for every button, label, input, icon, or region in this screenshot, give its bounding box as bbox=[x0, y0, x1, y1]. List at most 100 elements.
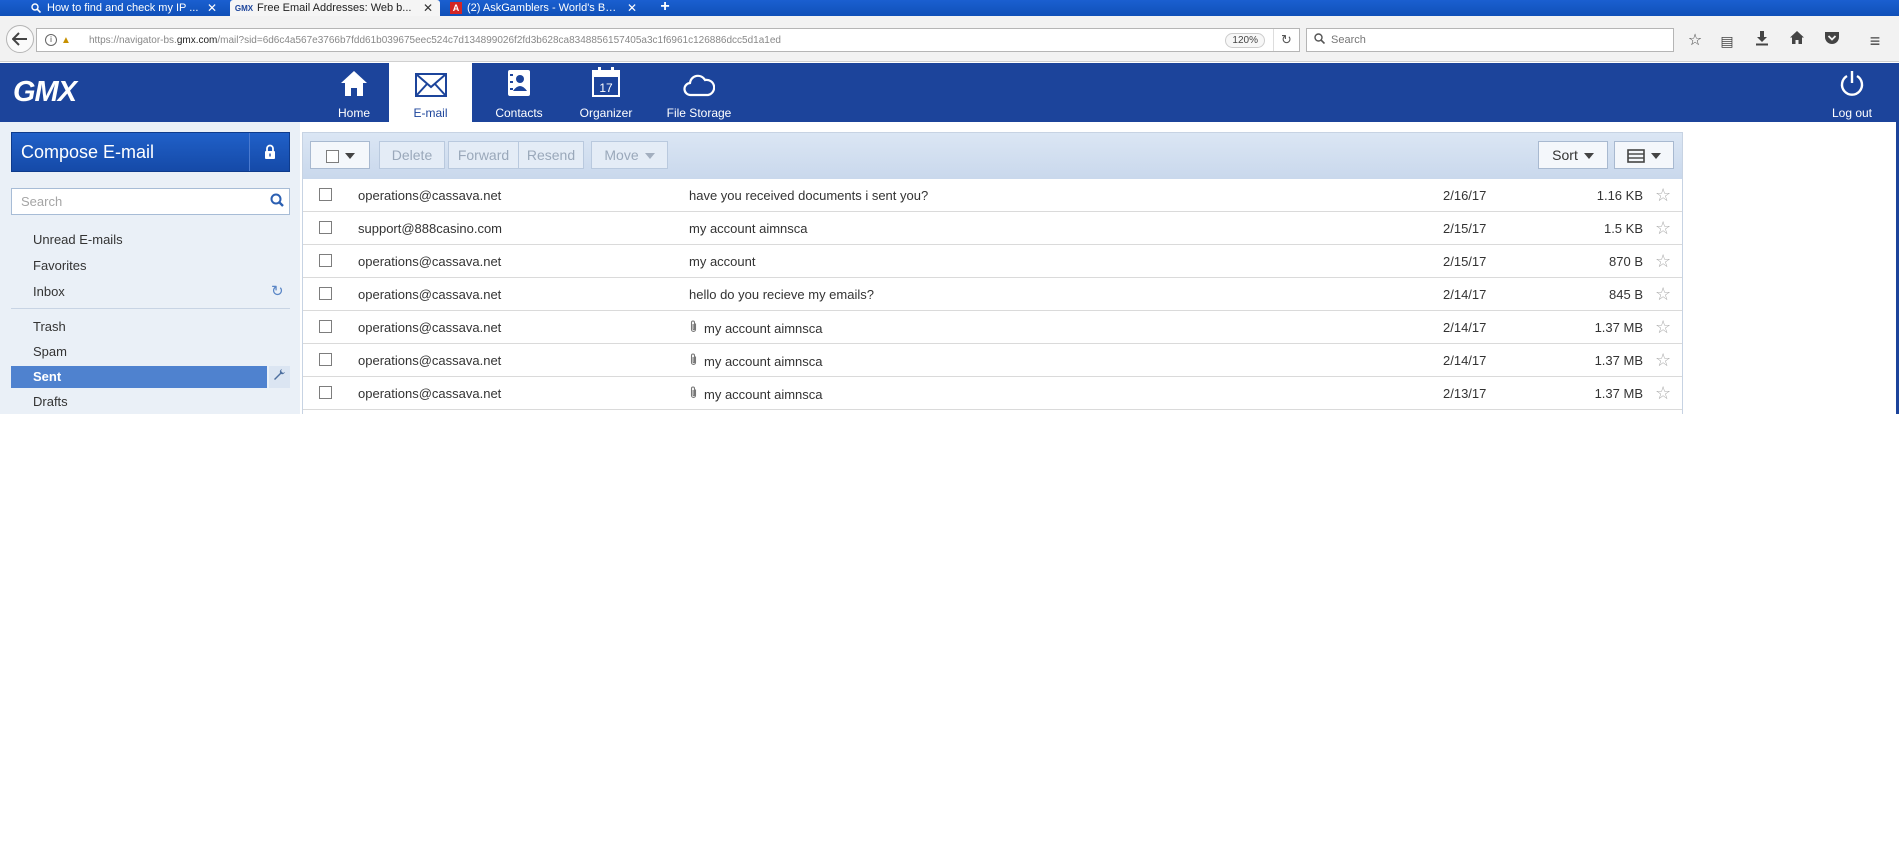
nav-email-label: E-mail bbox=[413, 106, 448, 120]
forward-button[interactable]: Forward bbox=[448, 141, 519, 169]
nav-organizer[interactable]: 17 Organizer bbox=[574, 63, 638, 122]
browser-tab-2[interactable]: GMX Free Email Addresses: Web b... ✕ bbox=[230, 0, 440, 16]
row-checkbox[interactable] bbox=[319, 221, 332, 234]
delete-button[interactable]: Delete bbox=[379, 141, 445, 169]
pocket-icon[interactable] bbox=[1821, 30, 1843, 52]
close-icon[interactable]: ✕ bbox=[626, 1, 638, 15]
home-icon[interactable] bbox=[1786, 30, 1808, 52]
mail-sender[interactable]: operations@cassava.net bbox=[358, 254, 658, 269]
new-tab-button[interactable]: + bbox=[658, 0, 672, 16]
browser-tab-1[interactable]: How to find and check my IP ... ✕ bbox=[24, 0, 224, 16]
url-bar[interactable]: i ▲ https://navigator-bs.gmx.com/mail?si… bbox=[36, 28, 1300, 52]
compose-button[interactable]: Compose E-mail bbox=[11, 132, 290, 172]
mail-sender[interactable]: operations@cassava.net bbox=[358, 320, 658, 335]
mail-row[interactable]: operations@cassava.net hello do you recie… bbox=[303, 278, 1682, 311]
folder-trash[interactable]: Trash bbox=[11, 316, 267, 338]
nav-home-label: Home bbox=[337, 106, 370, 120]
askgamblers-favicon-icon: A bbox=[450, 2, 462, 14]
mail-sender[interactable]: support@888casino.com bbox=[358, 221, 658, 236]
close-icon[interactable]: ✕ bbox=[422, 1, 434, 15]
mail-sender[interactable]: operations@cassava.net bbox=[358, 287, 658, 302]
mail-subject[interactable]: my account bbox=[689, 254, 1389, 269]
folder-favorites[interactable]: Favorites bbox=[11, 255, 267, 277]
mail-row[interactable]: operations@cassava.net my account aimnsca… bbox=[303, 377, 1682, 410]
mail-subject[interactable]: hello do you recieve my emails? bbox=[689, 287, 1389, 302]
nav-file-storage[interactable]: File Storage bbox=[660, 63, 738, 122]
mail-subject[interactable]: my account aimnsca bbox=[689, 386, 1389, 402]
row-checkbox[interactable] bbox=[319, 386, 332, 399]
mail-sender[interactable]: operations@cassava.net bbox=[358, 188, 658, 203]
logout-label: Log out bbox=[1831, 106, 1873, 120]
row-checkbox[interactable] bbox=[319, 188, 332, 201]
folder-inbox[interactable]: Inbox bbox=[11, 281, 267, 303]
star-icon[interactable]: ☆ bbox=[1655, 350, 1671, 371]
row-checkbox[interactable] bbox=[319, 287, 332, 300]
row-checkbox[interactable] bbox=[319, 320, 332, 333]
mail-subject[interactable]: have you received documents i sent you? bbox=[689, 188, 1389, 203]
star-icon[interactable]: ☆ bbox=[1655, 383, 1671, 404]
mail-date: 2/14/17 bbox=[1443, 320, 1487, 335]
folder-unread[interactable]: Unread E-mails bbox=[11, 229, 267, 251]
info-icon[interactable]: i bbox=[45, 34, 57, 46]
nav-contacts[interactable]: Contacts bbox=[486, 63, 552, 122]
browser-search-placeholder: Search bbox=[1331, 34, 1366, 46]
close-icon[interactable]: ✕ bbox=[206, 1, 218, 15]
contacts-icon bbox=[486, 63, 552, 97]
mail-search-placeholder: Search bbox=[21, 194, 63, 209]
star-icon[interactable]: ☆ bbox=[1655, 251, 1671, 272]
mail-sender[interactable]: operations@cassava.net bbox=[358, 353, 658, 368]
reload-icon[interactable]: ↻ bbox=[1273, 29, 1299, 51]
select-all-checkbox[interactable] bbox=[325, 149, 339, 163]
wrench-icon[interactable] bbox=[269, 366, 290, 388]
mail-subject[interactable]: my account aimnsca bbox=[689, 320, 1389, 336]
star-icon[interactable]: ☆ bbox=[1655, 218, 1671, 239]
menu-icon[interactable]: ≡ bbox=[1864, 30, 1886, 52]
mail-subject[interactable]: my account aimnsca bbox=[689, 221, 1389, 236]
move-button[interactable]: Move bbox=[591, 141, 668, 169]
mail-row[interactable]: operations@cassava.net my account 2/15/17 8… bbox=[303, 245, 1682, 278]
logout-button[interactable]: Log out bbox=[1818, 63, 1886, 122]
paperclip-icon bbox=[689, 353, 698, 369]
nav-home[interactable]: Home bbox=[322, 63, 386, 122]
mail-search-input[interactable]: Search bbox=[11, 188, 290, 215]
mail-subject[interactable]: my account aimnsca bbox=[689, 353, 1389, 369]
row-checkbox[interactable] bbox=[319, 254, 332, 267]
refresh-icon[interactable]: ↻ bbox=[271, 282, 284, 300]
sort-button[interactable]: Sort bbox=[1538, 141, 1608, 169]
star-icon[interactable]: ☆ bbox=[1655, 185, 1671, 206]
browser-search-field[interactable]: Search bbox=[1306, 28, 1674, 52]
star-icon[interactable]: ☆ bbox=[1655, 284, 1671, 305]
resend-button[interactable]: Resend bbox=[518, 141, 584, 169]
mail-row[interactable]: support@888casino.com my account aimnsca 2… bbox=[303, 212, 1682, 245]
gmx-logo[interactable]: GMX bbox=[13, 76, 77, 109]
zoom-level[interactable]: 120% bbox=[1225, 32, 1265, 48]
star-icon[interactable]: ☆ bbox=[1655, 317, 1671, 338]
mail-date: 2/15/17 bbox=[1443, 254, 1487, 269]
compose-label: Compose E-mail bbox=[21, 142, 155, 162]
back-button[interactable] bbox=[6, 25, 34, 53]
row-checkbox[interactable] bbox=[319, 353, 332, 366]
mail-date: 2/16/17 bbox=[1443, 188, 1487, 203]
reading-list-icon[interactable]: ▤ bbox=[1716, 30, 1738, 52]
mail-sender[interactable]: operations@cassava.net bbox=[358, 386, 658, 401]
mail-list-pane: Delete Forward Resend Move Sort operatio… bbox=[302, 132, 1683, 414]
search-icon bbox=[30, 2, 42, 14]
bookmark-star-icon[interactable]: ☆ bbox=[1684, 30, 1706, 52]
mail-row[interactable]: operations@cassava.net my account aimnsca… bbox=[303, 344, 1682, 377]
view-options-button[interactable] bbox=[1614, 141, 1674, 169]
url-text[interactable]: https://navigator-bs.gmx.com/mail?sid=6d… bbox=[89, 35, 1225, 46]
folder-drafts[interactable]: Drafts bbox=[11, 391, 267, 413]
select-all-dropdown[interactable] bbox=[310, 141, 370, 169]
nav-file-storage-label: File Storage bbox=[666, 106, 732, 120]
mail-row[interactable]: operations@cassava.net my account aimnsca… bbox=[303, 311, 1682, 344]
download-icon[interactable] bbox=[1751, 30, 1773, 52]
nav-email[interactable]: E-mail bbox=[389, 63, 472, 122]
folder-sent[interactable]: Sent bbox=[11, 366, 267, 388]
mail-subject-text: have you received documents i sent you? bbox=[689, 188, 929, 203]
search-icon[interactable] bbox=[265, 193, 289, 210]
mail-row[interactable]: operations@cassava.net have you received … bbox=[303, 179, 1682, 212]
lock-icon[interactable] bbox=[249, 133, 289, 171]
browser-tab-3[interactable]: A (2) AskGamblers - World's Bes... ✕ bbox=[444, 0, 644, 16]
folder-spam[interactable]: Spam bbox=[11, 341, 267, 363]
mail-list: operations@cassava.net have you received … bbox=[303, 179, 1682, 410]
